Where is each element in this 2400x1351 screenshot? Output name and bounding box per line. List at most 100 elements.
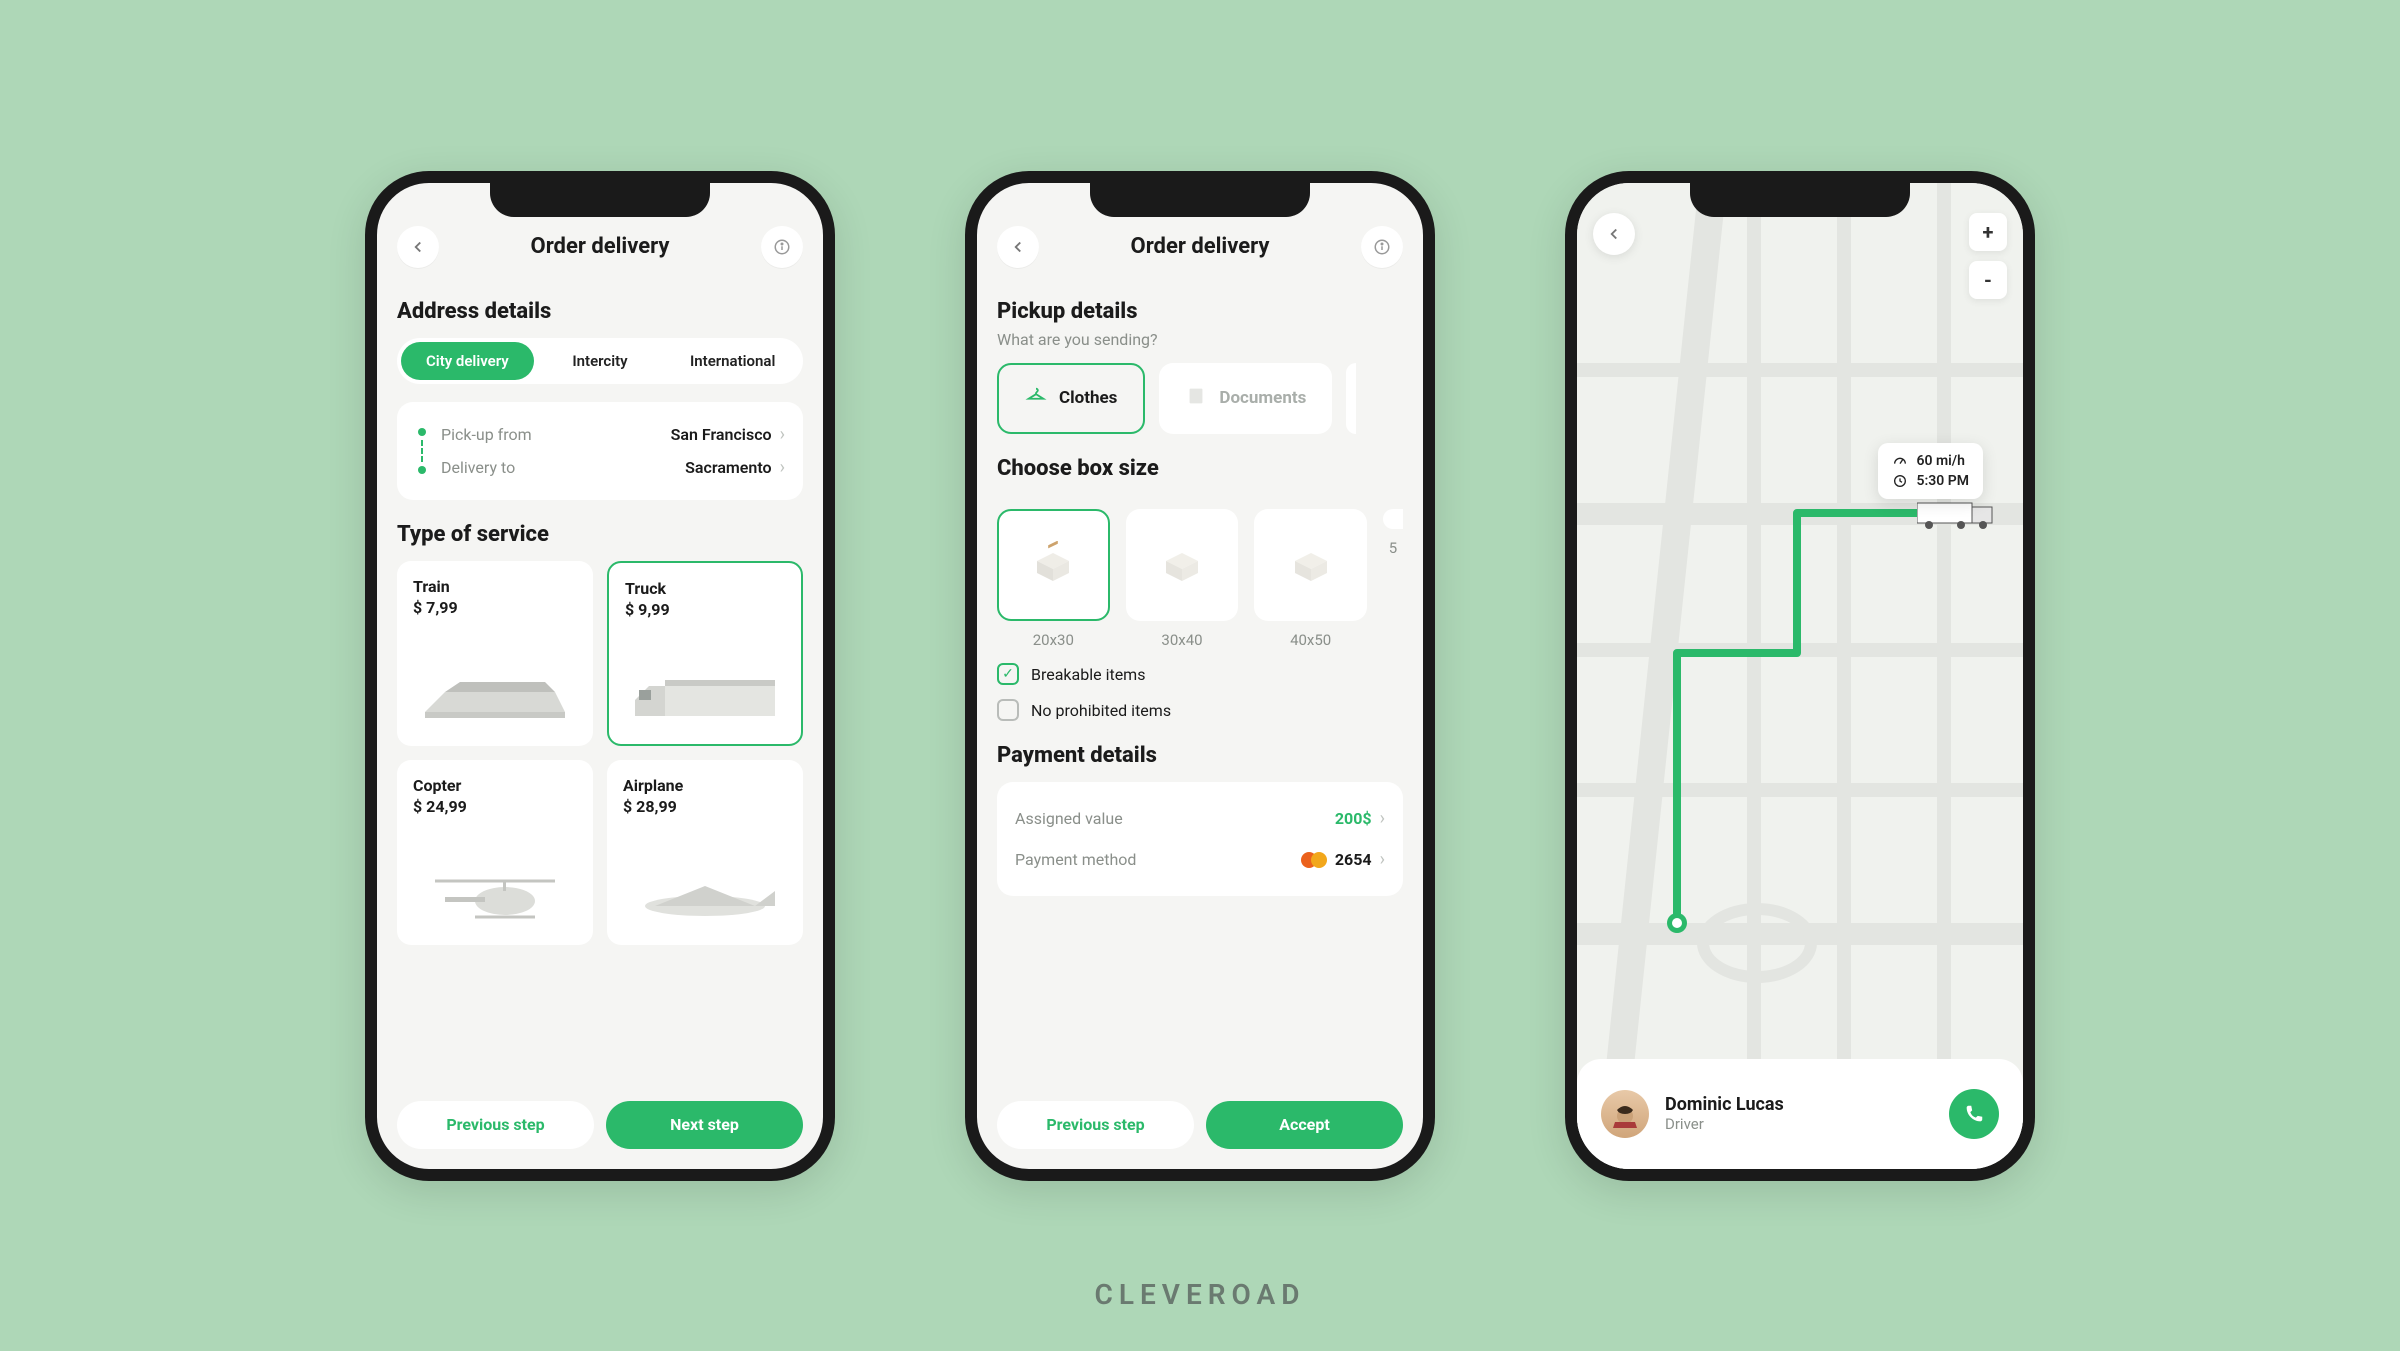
payment-card: Assigned value 200$ › Payment method 265… bbox=[997, 782, 1403, 896]
category-overflow bbox=[1346, 363, 1356, 434]
trip-info-card: 60 mi/h 5:30 PM bbox=[1878, 443, 1983, 499]
info-icon bbox=[1373, 238, 1391, 256]
no-prohibited-items-label: No prohibited items bbox=[1031, 701, 1171, 720]
category-documents[interactable]: Documents bbox=[1159, 363, 1332, 434]
tab-intercity[interactable]: Intercity bbox=[534, 342, 667, 380]
eta-value: 5:30 PM bbox=[1916, 473, 1969, 489]
tab-city-delivery[interactable]: City delivery bbox=[401, 342, 534, 380]
service-name: Copter bbox=[413, 776, 577, 795]
chevron-right-icon: › bbox=[1380, 808, 1385, 829]
box-overflow: 5 bbox=[1383, 509, 1403, 650]
hanger-icon bbox=[1025, 385, 1047, 412]
clock-icon bbox=[1892, 473, 1908, 489]
service-price: $ 28,99 bbox=[623, 797, 787, 816]
service-name: Airplane bbox=[623, 776, 787, 795]
phone-notch bbox=[1090, 181, 1310, 217]
route-line bbox=[1577, 183, 2035, 1181]
topbar: Order delivery bbox=[397, 217, 803, 277]
checkbox-checked-icon[interactable]: ✓ bbox=[997, 663, 1019, 685]
service-airplane[interactable]: Airplane $ 28,99 bbox=[607, 760, 803, 945]
assigned-value-label: Assigned value bbox=[1015, 809, 1123, 828]
box-size-30x40[interactable] bbox=[1126, 509, 1239, 622]
box-size-label: 20x30 bbox=[997, 631, 1110, 649]
payment-details-header: Payment details bbox=[997, 743, 1403, 768]
driver-avatar bbox=[1601, 1090, 1649, 1138]
arrow-left-icon bbox=[1605, 225, 1623, 243]
box-icon bbox=[1029, 541, 1077, 589]
breakable-items-row[interactable]: ✓ Breakable items bbox=[997, 663, 1403, 685]
box-partial[interactable] bbox=[1383, 509, 1403, 529]
truck-marker-icon bbox=[1917, 493, 1997, 537]
tab-international[interactable]: International bbox=[666, 342, 799, 380]
truck-icon bbox=[619, 660, 791, 730]
driver-bar: Dominic Lucas Driver bbox=[1577, 1059, 2023, 1169]
category-chips: Clothes Documents bbox=[997, 363, 1403, 434]
back-button[interactable] bbox=[397, 226, 439, 268]
service-price: $ 7,99 bbox=[413, 598, 577, 617]
document-icon bbox=[1185, 385, 1207, 412]
zoom-out-button[interactable]: - bbox=[1969, 261, 2007, 299]
zoom-in-button[interactable]: + bbox=[1969, 213, 2007, 251]
phone-icon bbox=[1963, 1103, 1985, 1125]
brand-label: CLEVEROAD bbox=[1095, 1278, 1306, 1311]
choose-box-size-header: Choose box size bbox=[997, 456, 1403, 481]
no-prohibited-items-row[interactable]: No prohibited items bbox=[997, 699, 1403, 721]
category-clothes[interactable]: Clothes bbox=[997, 363, 1145, 434]
box-size-40x50[interactable] bbox=[1254, 509, 1367, 622]
info-button[interactable] bbox=[761, 226, 803, 268]
breakable-items-label: Breakable items bbox=[1031, 665, 1145, 684]
type-of-service-header: Type of service bbox=[397, 522, 803, 547]
checkbox-empty-icon[interactable] bbox=[997, 699, 1019, 721]
info-button[interactable] bbox=[1361, 226, 1403, 268]
pickup-from-row[interactable]: Pick-up from San Francisco › bbox=[441, 418, 785, 451]
chevron-right-icon: › bbox=[780, 424, 785, 445]
screen-title: Order delivery bbox=[1131, 234, 1270, 259]
helicopter-icon bbox=[407, 861, 583, 931]
payment-method-row[interactable]: Payment method 2654 › bbox=[1015, 839, 1385, 880]
service-truck[interactable]: Truck $ 9,99 bbox=[607, 561, 803, 746]
pickup-details-sub: What are you sending? bbox=[997, 330, 1403, 349]
arrow-left-icon bbox=[1009, 238, 1027, 256]
assigned-value: 200$ bbox=[1335, 809, 1372, 828]
back-button[interactable] bbox=[997, 226, 1039, 268]
footer-actions: Previous step Next step bbox=[397, 1087, 803, 1149]
phone-tracking-map: + - 60 mi/h 5:30 PM bbox=[1565, 171, 2035, 1181]
map-back-wrap bbox=[1593, 213, 1635, 255]
delivery-to-row[interactable]: Delivery to Sacramento › bbox=[441, 451, 785, 484]
screen-title: Order delivery bbox=[531, 234, 670, 259]
phone-notch bbox=[1690, 181, 1910, 217]
speedometer-icon bbox=[1892, 453, 1908, 469]
box-icon bbox=[1287, 541, 1335, 589]
service-price: $ 24,99 bbox=[413, 797, 577, 816]
service-name: Truck bbox=[625, 579, 785, 598]
airplane-icon bbox=[617, 861, 793, 931]
footer-actions: Previous step Accept bbox=[997, 1087, 1403, 1149]
assigned-value-row[interactable]: Assigned value 200$ › bbox=[1015, 798, 1385, 839]
delivery-to-value: Sacramento bbox=[685, 458, 771, 477]
phone-order-delivery: Order delivery Address details City deli… bbox=[365, 171, 835, 1181]
previous-step-button[interactable]: Previous step bbox=[397, 1101, 594, 1149]
box-icon bbox=[1158, 541, 1206, 589]
payment-method-label: Payment method bbox=[1015, 850, 1136, 869]
info-icon bbox=[773, 238, 791, 256]
call-driver-button[interactable] bbox=[1949, 1089, 1999, 1139]
box-size-label: 40x50 bbox=[1254, 631, 1367, 649]
address-details-header: Address details bbox=[397, 299, 803, 324]
box-size-label: 30x40 bbox=[1126, 631, 1239, 649]
service-copter[interactable]: Copter $ 24,99 bbox=[397, 760, 593, 945]
arrow-left-icon bbox=[409, 238, 427, 256]
payment-method-value: 2654 bbox=[1335, 850, 1372, 869]
previous-step-button[interactable]: Previous step bbox=[997, 1101, 1194, 1149]
back-button[interactable] bbox=[1593, 213, 1635, 255]
speed-value: 60 mi/h bbox=[1916, 453, 1964, 469]
service-grid: Train $ 7,99 Truck $ 9,99 Copter $ 24,99 bbox=[397, 561, 803, 945]
accept-button[interactable]: Accept bbox=[1206, 1101, 1403, 1149]
pickup-from-value: San Francisco bbox=[671, 425, 772, 444]
mastercard-icon bbox=[1301, 852, 1327, 868]
delivery-to-label: Delivery to bbox=[441, 458, 685, 477]
next-step-button[interactable]: Next step bbox=[606, 1101, 803, 1149]
box-size-20x30[interactable] bbox=[997, 509, 1110, 622]
service-train[interactable]: Train $ 7,99 bbox=[397, 561, 593, 746]
map-background[interactable] bbox=[1577, 183, 2023, 1169]
chevron-right-icon: › bbox=[1380, 849, 1385, 870]
